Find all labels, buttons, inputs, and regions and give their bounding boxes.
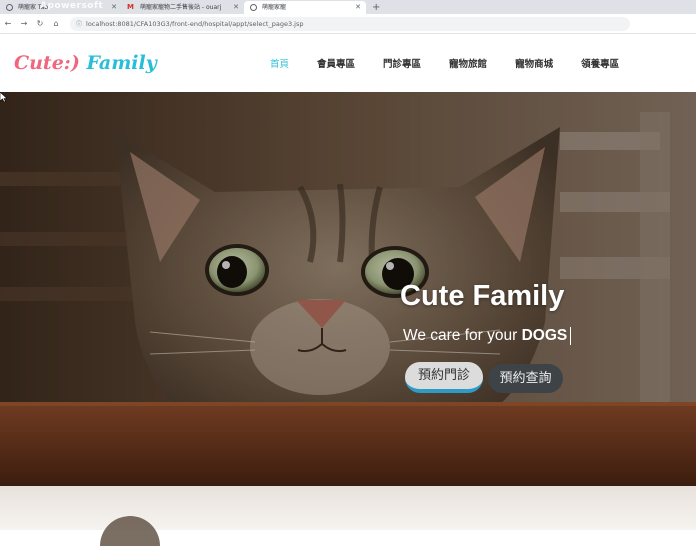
browser-tab-2[interactable]: M 萌寵家寵物二手售後站 - ouarj ✕ [122, 1, 244, 14]
next-section [0, 486, 696, 546]
logo-part-1: Cute:) [14, 52, 80, 74]
appointment-query-button[interactable]: 預約查詢 [488, 364, 563, 393]
address-bar[interactable]: ⓘ localhost:8081/CFA103G3/front-end/hosp… [70, 16, 630, 31]
next-section-image [100, 516, 160, 546]
new-tab-button[interactable]: + [366, 1, 380, 14]
close-icon[interactable]: ✕ [111, 1, 117, 14]
main-nav: 首頁 會員專區 門診專區 寵物旅館 寵物商城 領養專區 [270, 56, 647, 70]
nav-hotel[interactable]: 寵物旅館 [449, 56, 487, 70]
browser-tab-3[interactable]: 萌寵家寵 ✕ [244, 1, 366, 14]
book-appointment-button[interactable]: 預約門診 [405, 362, 483, 393]
browser-tab-1[interactable]: 萌寵家 Tab ✕ [0, 1, 122, 14]
info-icon[interactable]: ⓘ [76, 19, 82, 28]
tab-title: 萌寵家寵 [262, 4, 287, 11]
hero-tagline: We care for your DOGS [403, 327, 572, 345]
hero-title: Cute Family [400, 280, 565, 312]
home-icon[interactable]: ⌂ [48, 19, 64, 28]
back-icon[interactable]: ← [0, 19, 16, 28]
reload-icon[interactable]: ↻ [32, 19, 48, 28]
nav-clinic[interactable]: 門診專區 [383, 56, 421, 70]
site-logo[interactable]: Cute:) Family [14, 52, 157, 74]
forward-icon[interactable]: → [16, 19, 32, 28]
hero-section: Cute Family We care for your DOGS 預約門診 預… [0, 92, 696, 486]
tab-title: 萌寵家 Tab [18, 4, 49, 11]
gmail-icon: M [127, 3, 134, 11]
url-text[interactable]: localhost:8081/CFA103G3/front-end/hospit… [86, 20, 303, 28]
close-icon[interactable]: ✕ [233, 1, 239, 14]
nav-home[interactable]: 首頁 [270, 56, 289, 70]
logo-part-2: Family [86, 52, 157, 74]
nav-member[interactable]: 會員專區 [317, 56, 355, 70]
typing-caret [570, 327, 572, 345]
tagline-text: We care for your [403, 327, 518, 345]
site-header: Cute:) Family 首頁 會員專區 門診專區 寵物旅館 寵物商城 領養專… [0, 34, 696, 92]
browser-toolbar: ← → ↻ ⌂ ⓘ localhost:8081/CFA103G3/front-… [0, 14, 696, 34]
nav-adopt[interactable]: 領養專區 [581, 56, 619, 70]
browser-tab-strip: 萌寵家 Tab ✕ M 萌寵家寵物二手售後站 - ouarj ✕ 萌寵家寵 ✕ … [0, 0, 696, 14]
tagline-highlight: DOGS [521, 327, 568, 345]
nav-shop[interactable]: 寵物商城 [515, 56, 553, 70]
globe-icon [6, 4, 13, 11]
tab-title: 萌寵家寵物二手售後站 - ouarj [140, 4, 222, 11]
hero-cat-image [0, 92, 696, 486]
globe-icon [250, 4, 257, 11]
close-icon[interactable]: ✕ [355, 1, 361, 14]
